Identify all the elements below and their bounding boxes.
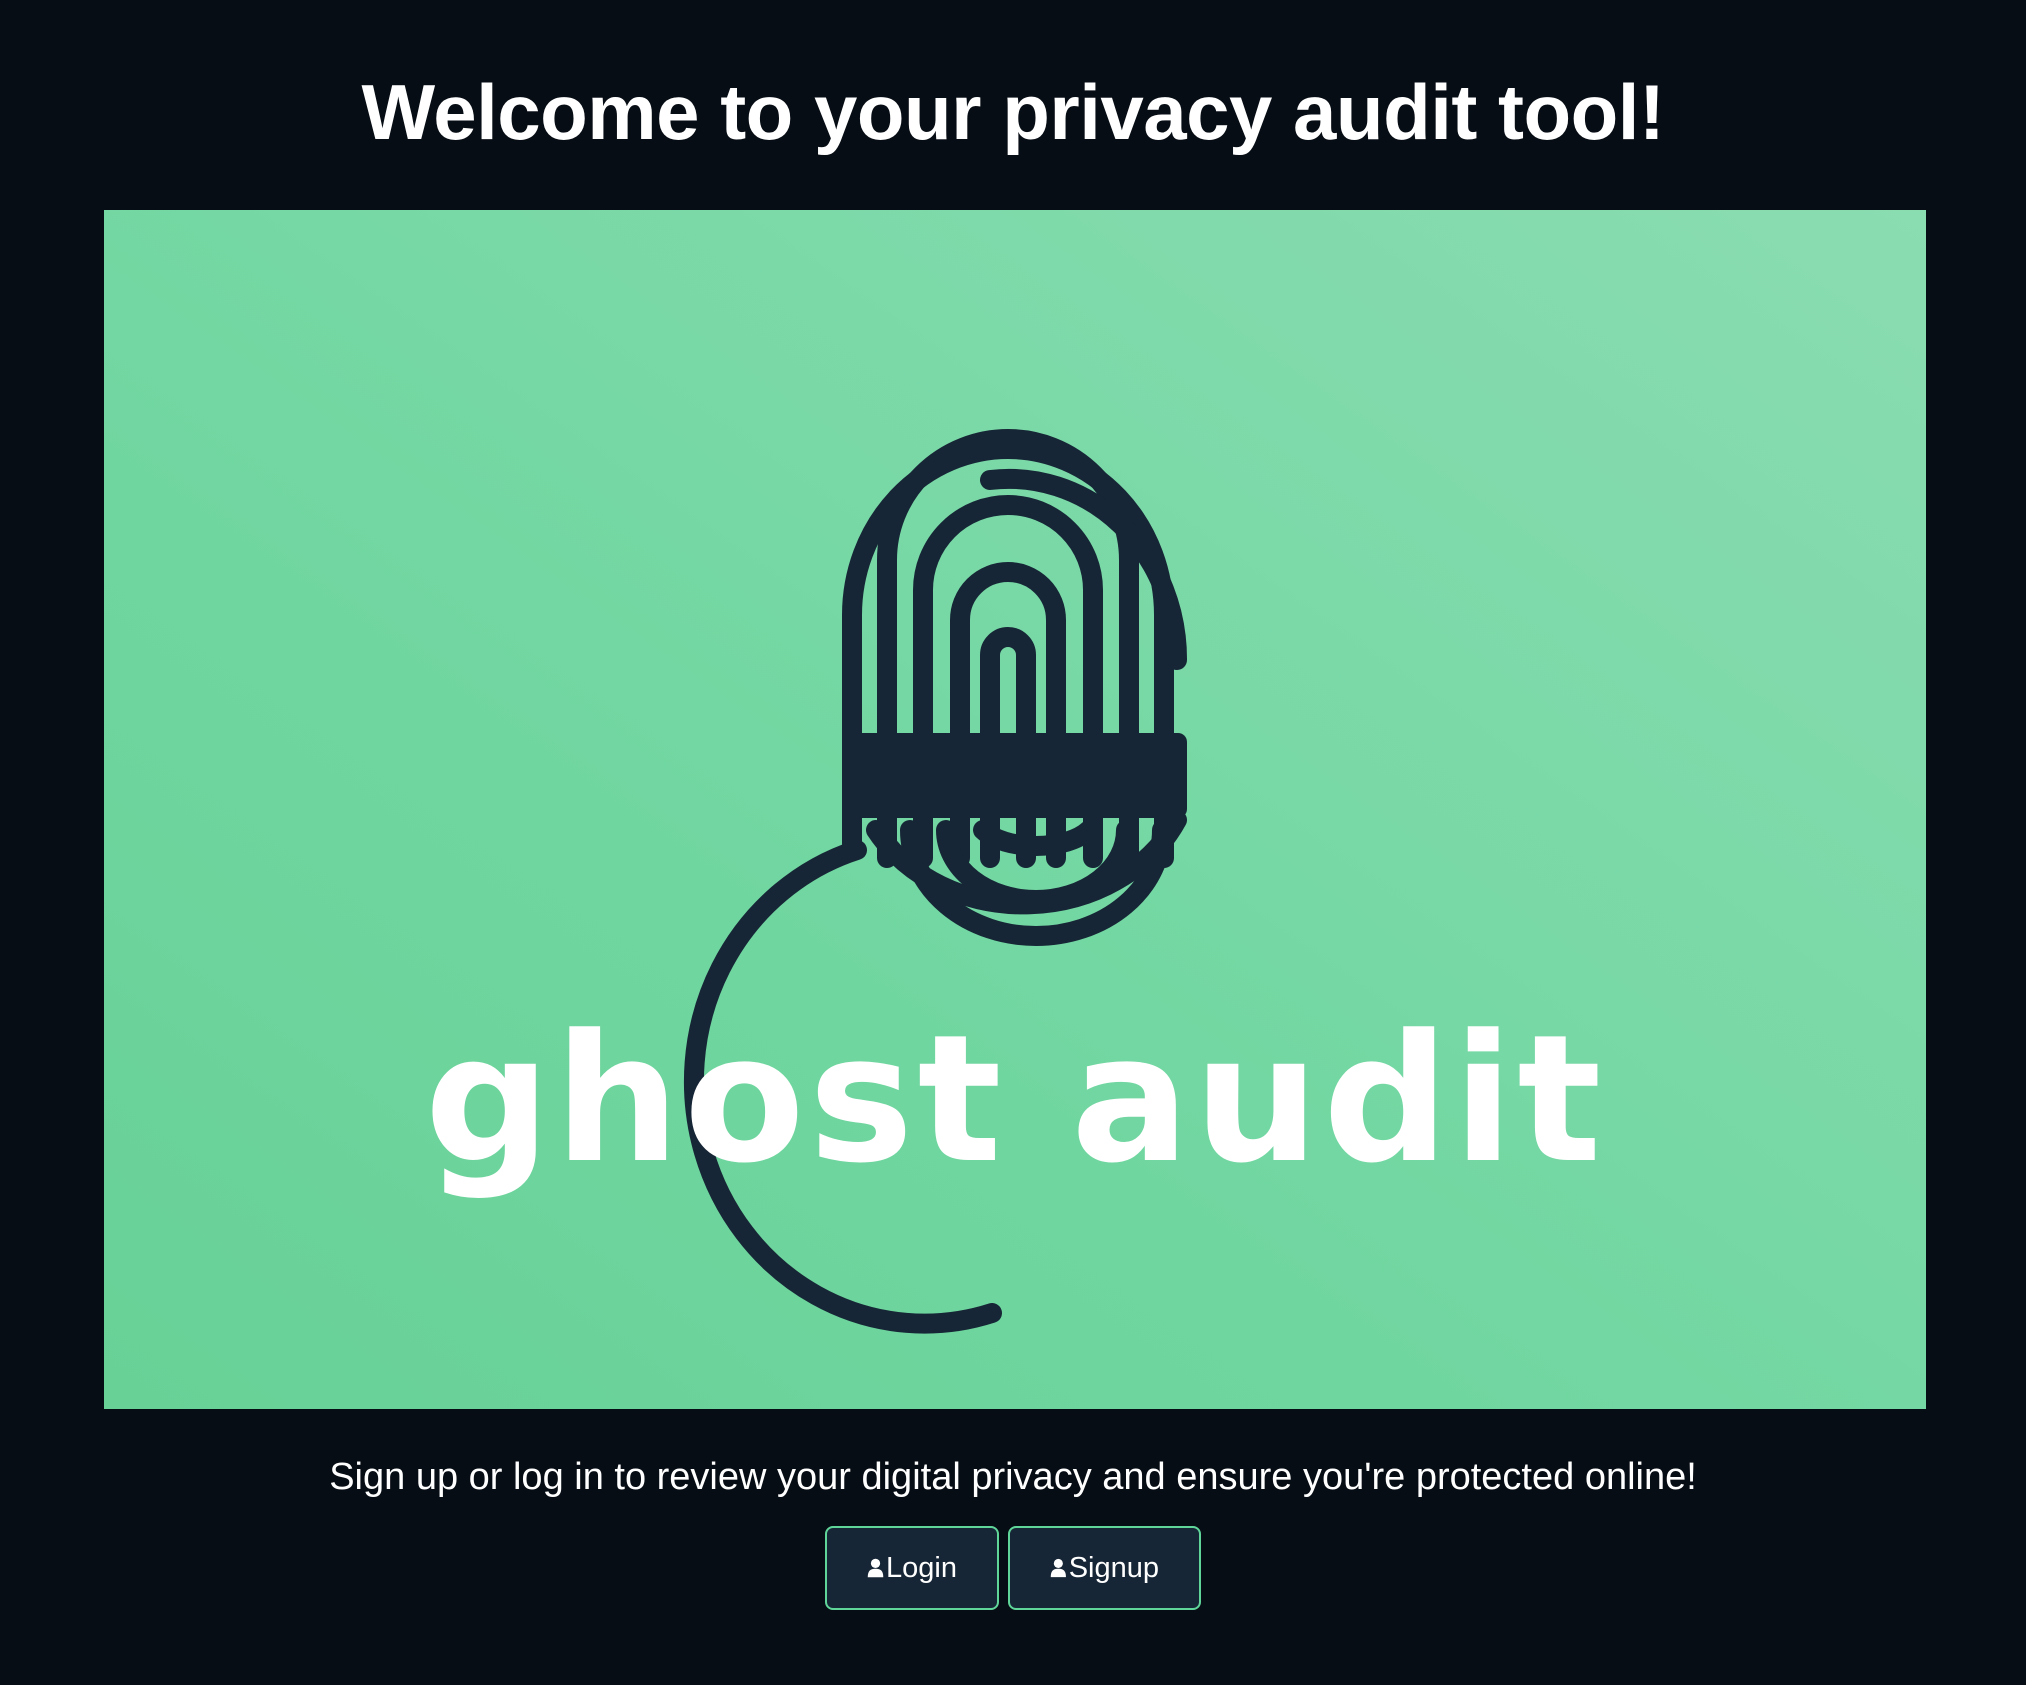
login-button[interactable]: Login xyxy=(825,1526,999,1610)
landing-page: Welcome to your privacy audit tool! ghos… xyxy=(0,0,2026,1685)
auth-actions: Login Signup xyxy=(0,1526,2026,1610)
intro-text: Sign up or log in to review your digital… xyxy=(329,1456,1697,1498)
signup-label: Signup xyxy=(1068,1551,1159,1584)
user-icon xyxy=(1050,1558,1066,1578)
signup-button[interactable]: Signup xyxy=(1008,1526,1201,1610)
user-icon xyxy=(867,1558,884,1578)
fingerprint-lock-icon xyxy=(683,429,1188,1334)
page-title: Welcome to your privacy audit tool! xyxy=(361,68,1665,156)
login-label: Login xyxy=(886,1551,957,1584)
logo-wordmark: ghost audit xyxy=(424,997,1606,1202)
hero-banner: ghost audit xyxy=(104,210,1926,1409)
